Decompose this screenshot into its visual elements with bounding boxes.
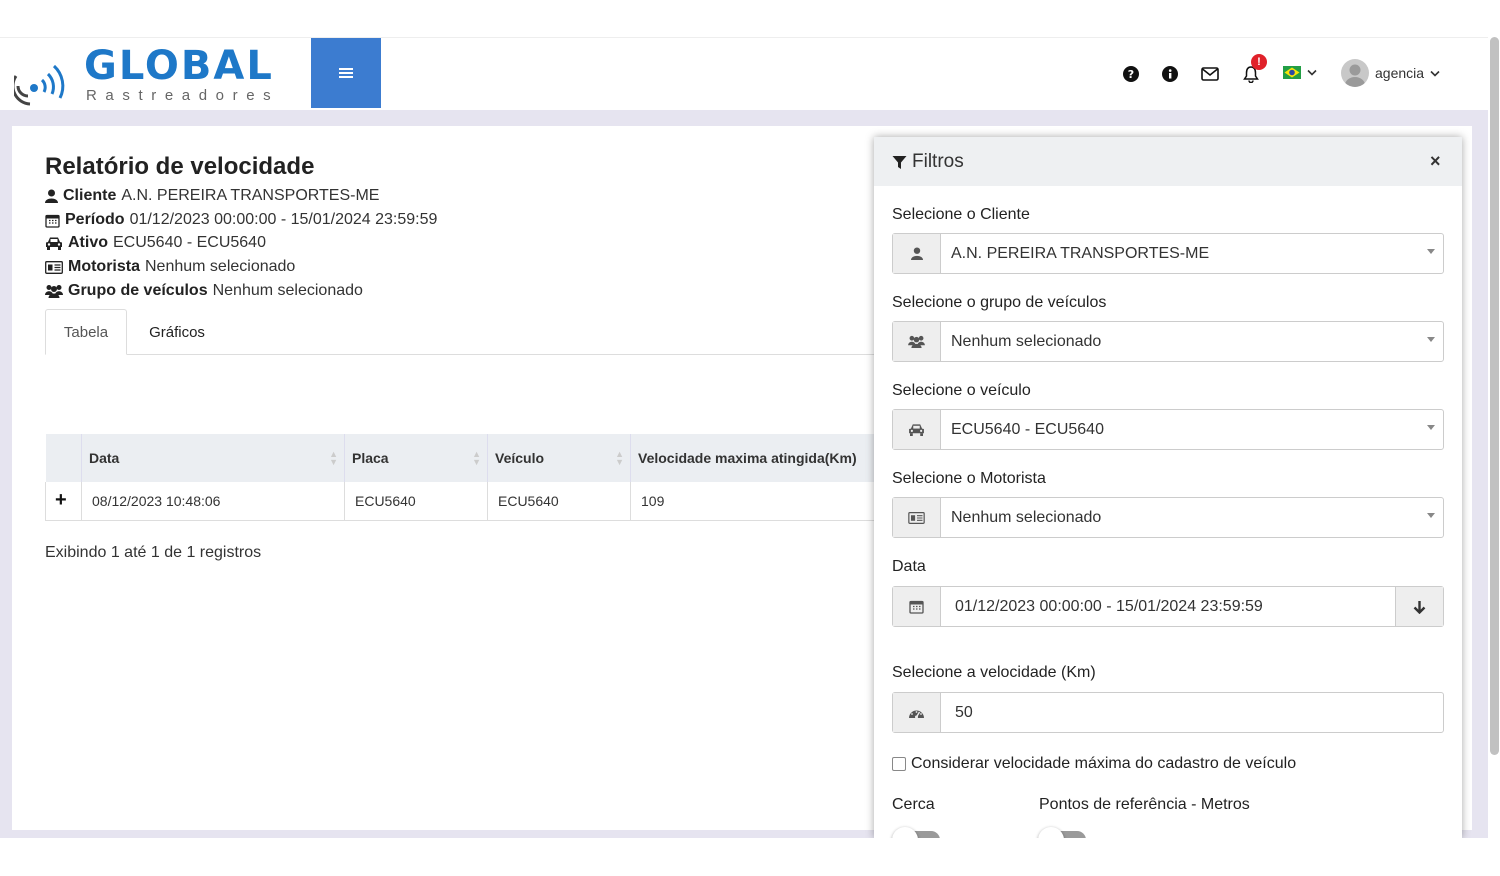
label-cerca: Cerca [892, 796, 935, 813]
caret-down-icon [1427, 249, 1435, 254]
user-silhouette-icon [1345, 64, 1365, 87]
pontos-referencia-toggle[interactable] [1038, 827, 1086, 838]
avatar [1341, 59, 1369, 87]
top-header: GLOBAL Rastreadores ? ! agencia [0, 37, 1488, 109]
speed-input-group[interactable]: 50 [892, 692, 1444, 733]
caret-down-icon [1427, 513, 1435, 518]
notification-badge: ! [1251, 54, 1267, 70]
date-dropdown-button[interactable] [1395, 587, 1443, 626]
speed-report-table: Data ▲ ▼ Placa ▲ ▼ Veículo ▲ ▼ Velocidade maxi… [45, 434, 875, 521]
table-info: Exibindo 1 até 1 de 1 registros [45, 544, 262, 561]
chevron-down-icon [1430, 70, 1440, 77]
table-header-row: Data ▲ ▼ Placa ▲ ▼ Veículo ▲ ▼ Velocidade maxi… [45, 434, 875, 482]
page-scrollbar[interactable] [1490, 37, 1499, 755]
cell-veiculo: ECU5640 [487, 482, 631, 521]
arrow-down-icon [1413, 600, 1426, 614]
flag-brazil-icon [1283, 66, 1301, 79]
user-icon [45, 189, 58, 203]
svg-text:?: ? [1128, 68, 1134, 81]
brand-name: GLOBAL [84, 43, 274, 89]
info-motorista: Motorista Nenhum selecionado [45, 258, 295, 276]
bottom-bar [0, 838, 1500, 876]
chevron-down-icon [1307, 69, 1317, 76]
calendar-icon [45, 214, 60, 228]
label-motorista: Selecione o Motorista [892, 470, 1046, 487]
label-grupo: Selecione o grupo de veículos [892, 294, 1107, 311]
cerca-toggle[interactable] [892, 827, 940, 838]
caret-down-icon [1427, 425, 1435, 430]
sort-icon: ▲ ▼ [615, 449, 624, 467]
table-row: + 08/12/2023 10:48:06 ECU5640 ECU5640 10… [45, 482, 875, 521]
select-motorista[interactable]: Nenhum selecionado [892, 497, 1444, 538]
user-icon [910, 247, 923, 260]
report-tabs: Tabela Gráficos [45, 309, 875, 355]
close-button[interactable]: × [1430, 151, 1441, 172]
caret-down-icon [1427, 337, 1435, 342]
speedometer-icon [909, 710, 924, 718]
sort-icon: ▲ ▼ [329, 449, 338, 467]
filter-panel-title: Filtros [892, 151, 964, 173]
id-card-icon [908, 511, 925, 524]
filter-icon [892, 155, 907, 169]
user-menu[interactable]: agencia [1341, 59, 1440, 87]
info-icon [1162, 66, 1178, 82]
column-header-veiculo[interactable]: Veículo ▲ ▼ [487, 434, 631, 482]
row-expand-button[interactable]: + [45, 482, 82, 521]
signal-waves-icon [14, 64, 65, 106]
tab-graficos[interactable]: Gráficos [127, 309, 227, 355]
label-pontos-referencia: Pontos de referência - Metros [1039, 796, 1250, 813]
envelope-icon [1201, 67, 1219, 81]
sort-icon: ▲ ▼ [472, 449, 481, 467]
hamburger-icon [339, 68, 353, 78]
max-speed-option[interactable]: Considerar velocidade máxima do cadastro… [892, 755, 1296, 773]
filter-panel: Filtros × Selecione o Cliente A.N. PEREI… [874, 137, 1462, 838]
car-icon [909, 424, 924, 436]
tab-tabela[interactable]: Tabela [45, 309, 127, 355]
menu-toggle-button[interactable] [311, 38, 381, 108]
max-speed-checkbox-label: Considerar velocidade máxima do cadastro… [911, 755, 1297, 772]
language-selector[interactable] [1283, 66, 1317, 79]
messages-button[interactable] [1201, 65, 1219, 83]
cell-velocidade: 109 [630, 482, 875, 521]
user-name: agencia [1375, 65, 1425, 81]
page-title: Relatório de velocidade [45, 153, 315, 180]
car-icon [46, 237, 62, 250]
id-card-icon [45, 260, 63, 274]
info-periodo: Período 01/12/2023 00:00:00 - 15/01/2024 … [45, 211, 437, 229]
date-range-field[interactable]: 01/12/2023 00:00:00 - 15/01/2024 23:59:5… [892, 586, 1444, 627]
select-grupo-veiculos[interactable]: Nenhum selecionado [892, 321, 1444, 362]
users-icon [908, 335, 925, 348]
expand-column-header [45, 434, 82, 482]
label-data: Data [892, 558, 926, 575]
select-cliente[interactable]: A.N. PEREIRA TRANSPORTES-ME [892, 233, 1444, 274]
max-speed-checkbox[interactable] [892, 757, 906, 771]
brand-logo[interactable]: GLOBAL Rastreadores [14, 42, 304, 106]
info-button[interactable] [1161, 65, 1179, 83]
date-range-value: 01/12/2023 00:00:00 - 15/01/2024 23:59:5… [955, 597, 1263, 615]
label-cliente: Selecione o Cliente [892, 206, 1030, 223]
calendar-icon [909, 600, 924, 614]
filter-panel-header: Filtros × [874, 137, 1462, 186]
label-velocidade: Selecione a velocidade (Km) [892, 664, 1096, 681]
column-header-velocidade[interactable]: Velocidade maxima atingida(Km) [630, 434, 875, 482]
speed-input[interactable]: 50 [941, 693, 1443, 732]
brand-tagline: Rastreadores [86, 87, 280, 104]
info-ativo: Ativo ECU5640 - ECU5640 [45, 234, 266, 252]
info-grupo: Grupo de veículos Nenhum selecionado [45, 282, 363, 300]
column-header-data[interactable]: Data ▲ ▼ [81, 434, 345, 482]
label-veiculo: Selecione o veículo [892, 382, 1031, 399]
cell-data: 08/12/2023 10:48:06 [81, 482, 345, 521]
info-cliente: Cliente A.N. PEREIRA TRANSPORTES-ME [45, 187, 379, 205]
select-veiculo[interactable]: ECU5640 - ECU5640 [892, 409, 1444, 450]
users-icon [45, 285, 63, 298]
help-button[interactable]: ? [1122, 65, 1140, 83]
question-icon: ? [1123, 66, 1139, 82]
cell-placa: ECU5640 [344, 482, 488, 521]
column-header-placa[interactable]: Placa ▲ ▼ [344, 434, 488, 482]
